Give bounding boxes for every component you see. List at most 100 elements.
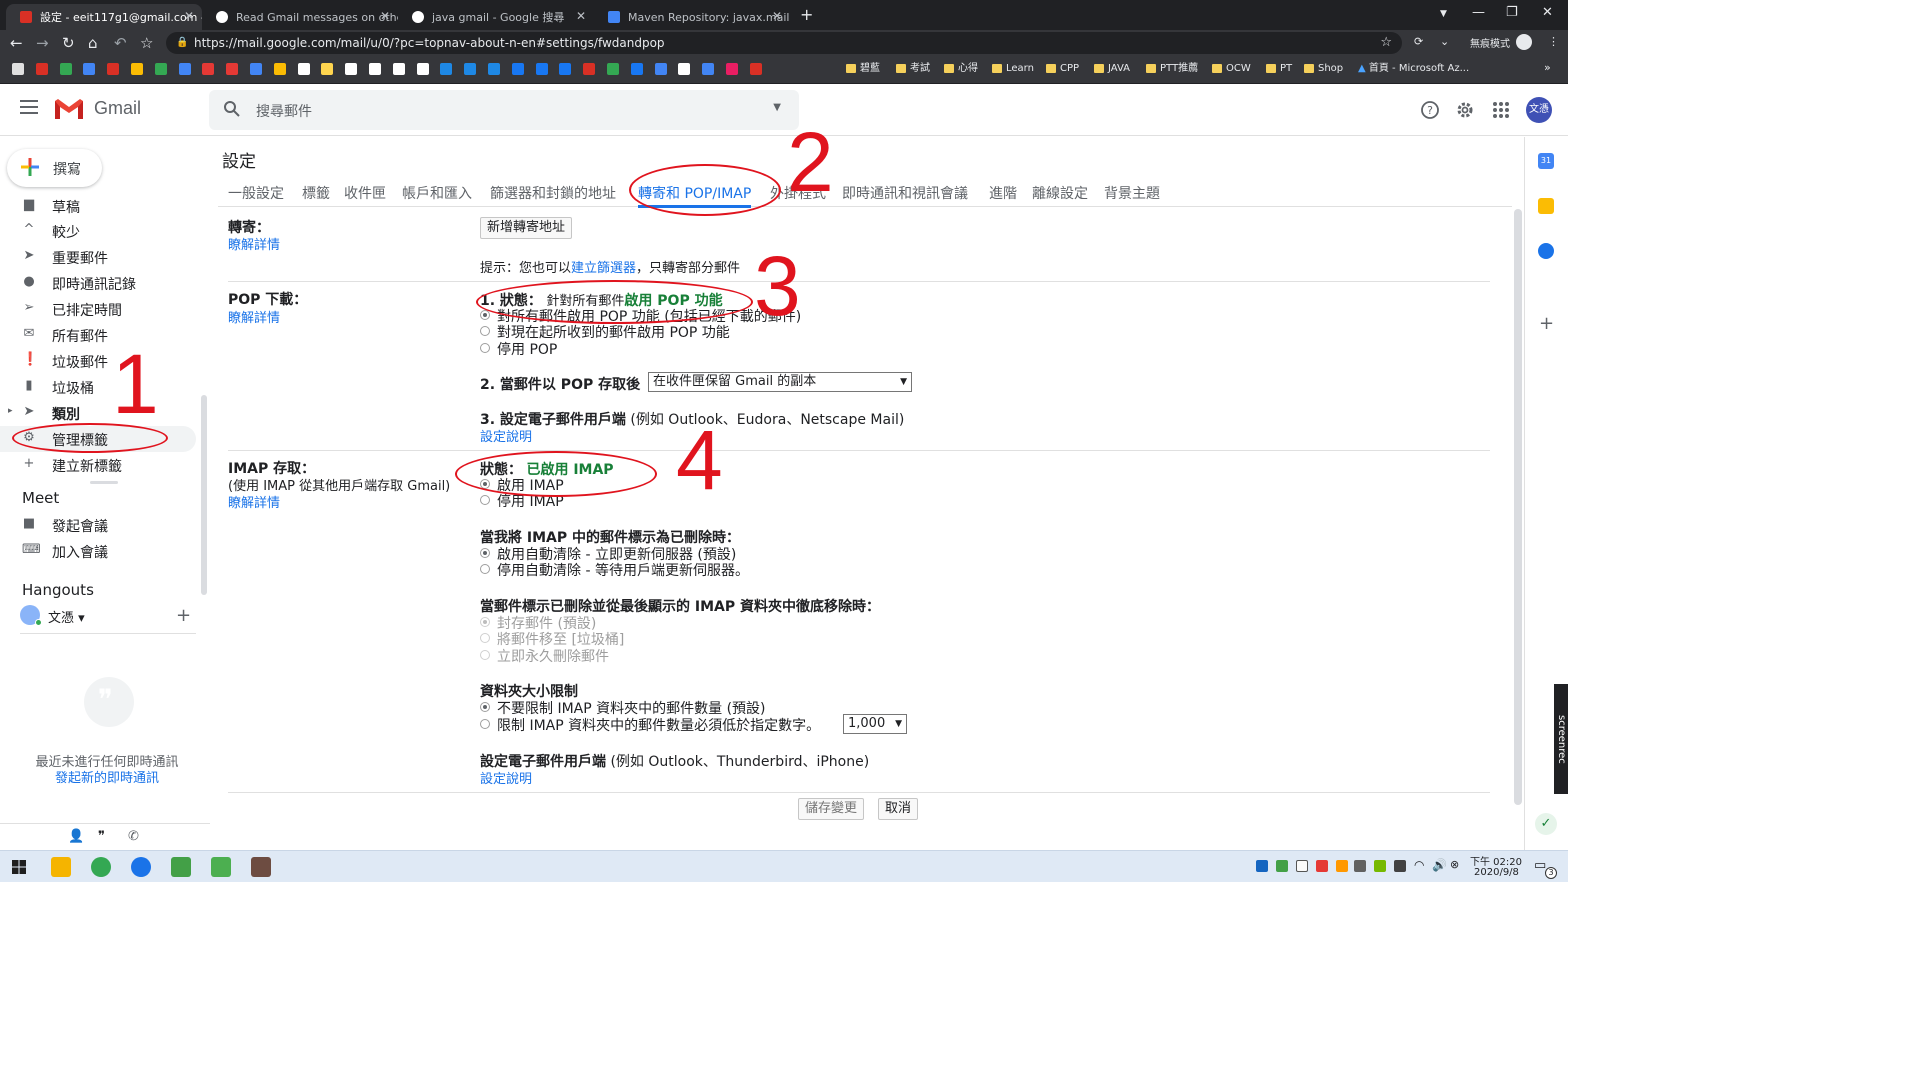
meet-new-meeting[interactable]: ■ 發起會議: [0, 512, 200, 538]
back-icon[interactable]: ←: [10, 34, 23, 52]
bookmark-favicon-icon[interactable]: [535, 63, 548, 75]
bookmark-folder[interactable]: CPP: [1046, 61, 1079, 77]
nav-item-drafts[interactable]: ▆ 草稿: [0, 193, 200, 219]
tray-app-icon[interactable]: [1354, 860, 1366, 872]
bookmark-favicon-icon[interactable]: [35, 63, 48, 75]
file-explorer-icon[interactable]: [51, 857, 71, 877]
browser-tab-maven[interactable]: Maven Repository: javax.mail » ✕: [594, 4, 790, 30]
hangouts-chat-icon[interactable]: ❞: [98, 829, 105, 844]
nvidia-icon[interactable]: [1374, 860, 1386, 872]
search-icon[interactable]: [223, 100, 241, 118]
contacts-person-icon[interactable]: 👤: [68, 829, 84, 844]
bookmark-favicon-icon[interactable]: [702, 63, 715, 75]
bookmark-folder[interactable]: Learn: [992, 61, 1034, 77]
bookmark-favicon-icon[interactable]: [178, 63, 191, 75]
search-box[interactable]: 搜尋郵件 ▼: [209, 90, 799, 130]
tab-search-icon[interactable]: ▼: [1440, 9, 1447, 19]
limit-folder-radio[interactable]: [480, 719, 490, 729]
no-folder-limit-radio[interactable]: [480, 702, 490, 712]
bookmark-favicon-icon[interactable]: [226, 63, 239, 75]
calendar-icon[interactable]: 31: [1538, 153, 1554, 169]
bookmark-favicon-icon[interactable]: [440, 63, 453, 75]
input-method-icon[interactable]: ⊗: [1450, 858, 1459, 871]
bookmark-favicon-icon[interactable]: [154, 63, 167, 75]
pop-disable-radio[interactable]: [480, 343, 490, 353]
nav-item-important[interactable]: ➤ 重要郵件: [0, 244, 200, 270]
tab-close-icon[interactable]: ✕: [184, 9, 194, 23]
imap-disable-radio[interactable]: [480, 495, 490, 505]
bookmark-page-icon[interactable]: ☆: [1380, 32, 1392, 54]
bookmark-favicon-icon[interactable]: [273, 63, 286, 75]
address-bar[interactable]: 🔒 https://mail.google.com/mail/u/0/?pc=t…: [166, 32, 1402, 54]
nav-item-scheduled[interactable]: ➢ 已排定時間: [0, 296, 200, 322]
reload-icon[interactable]: ↻: [62, 34, 75, 52]
bookmark-favicon-icon[interactable]: [107, 63, 120, 75]
close-window-icon[interactable]: ✕: [1542, 5, 1553, 20]
bookmark-favicon-icon[interactable]: [131, 63, 143, 75]
hangouts-user[interactable]: 文憑 ▾ +: [20, 605, 200, 629]
bookmark-favicon-icon[interactable]: [488, 63, 500, 75]
browser-tab-read-gmail[interactable]: Read Gmail messages on other ✕: [202, 4, 398, 30]
move-to-trash-radio[interactable]: [480, 633, 490, 643]
bookmark-folder[interactable]: JAVA: [1094, 61, 1130, 77]
create-filter-link[interactable]: 建立篩選器: [571, 261, 636, 276]
taskbar-time[interactable]: 下午 02:20: [1470, 853, 1522, 868]
keep-icon[interactable]: [1538, 198, 1554, 214]
app-icon[interactable]: [211, 857, 231, 877]
profile-icon[interactable]: [1516, 34, 1532, 50]
tab-accounts-import[interactable]: 帳戶和匯入: [402, 183, 472, 203]
delete-forever-radio[interactable]: [480, 650, 490, 660]
meet-join-meeting[interactable]: ⌨ 加入會議: [0, 538, 200, 564]
account-avatar[interactable]: 文憑: [1526, 97, 1552, 123]
bookmark-favicon-icon[interactable]: [630, 63, 643, 75]
settings-scrollbar[interactable]: [1514, 209, 1522, 805]
bookmark-favicon-icon[interactable]: [297, 63, 310, 75]
shield-check-icon[interactable]: ✓: [1535, 813, 1557, 835]
nav-item-chats[interactable]: ● 即時通訊記錄: [0, 270, 200, 296]
bookmark-favicon-icon[interactable]: [678, 63, 691, 75]
bookmark-folder[interactable]: Shop: [1304, 61, 1343, 77]
bookmark-folder[interactable]: PT: [1266, 61, 1292, 77]
minimize-icon[interactable]: —: [1472, 5, 1485, 20]
bookmark-favicon-icon[interactable]: [202, 63, 215, 75]
left-nav-scrollbar[interactable]: [201, 395, 207, 595]
bookmark-favicon-icon[interactable]: [749, 63, 762, 75]
nav-item-spam[interactable]: ❗ 垃圾郵件: [0, 348, 200, 374]
imap-learn-more-link[interactable]: 瞭解詳情: [228, 492, 280, 511]
help-icon[interactable]: ?: [1420, 100, 1440, 120]
tab-filters-blocked[interactable]: 篩選器和封鎖的地址: [490, 183, 616, 203]
browser-menu-icon[interactable]: ⋮: [1548, 35, 1559, 48]
nav-item-create-label[interactable]: + 建立新標籤: [0, 452, 200, 478]
restore-icon[interactable]: ❐: [1506, 5, 1518, 20]
bookmark-folder[interactable]: 心得: [944, 61, 978, 77]
bookmark-favicon-icon[interactable]: [607, 63, 619, 75]
apps-grid-icon[interactable]: [1491, 100, 1511, 120]
tab-labels[interactable]: 標籤: [302, 183, 330, 203]
extension-menu-icon[interactable]: ⌄: [1440, 35, 1449, 48]
tray-app-icon[interactable]: [1256, 860, 1268, 872]
bookmark-favicon-icon[interactable]: [345, 63, 358, 75]
pop-enable-new-radio[interactable]: [480, 326, 490, 336]
nav-item-trash[interactable]: ▮ 垃圾桶: [0, 374, 200, 400]
hangouts-start-link[interactable]: 發起新的即時通訊: [0, 767, 214, 786]
pop-action-select[interactable]: 在收件匣保留 Gmail 的副本 ▼: [648, 372, 912, 392]
bookmark-microsoft-azure[interactable]: ▲ 首頁 - Microsoft Az...: [1358, 61, 1469, 77]
bookmark-favicon-icon[interactable]: [511, 63, 524, 75]
bookmark-favicon-icon[interactable]: [654, 63, 667, 75]
phone-icon[interactable]: ✆: [128, 829, 139, 844]
bookmark-favicon-icon[interactable]: [59, 63, 72, 75]
new-conversation-plus-icon[interactable]: +: [176, 605, 191, 626]
bookmark-favicon-icon[interactable]: [369, 63, 381, 75]
section-resize-handle[interactable]: [90, 481, 118, 484]
tab-themes[interactable]: 背景主題: [1104, 183, 1160, 203]
main-menu-icon[interactable]: [20, 100, 38, 114]
chrome-icon[interactable]: [91, 857, 111, 877]
tray-record-icon[interactable]: [1316, 860, 1328, 872]
game-app-icon[interactable]: [251, 857, 271, 877]
tab-chat-meet[interactable]: 即時通訊和視訊會議: [842, 183, 968, 203]
browser-tab-java-gmail[interactable]: java gmail - Google 搜尋 ✕: [398, 4, 594, 30]
pop-enable-all-radio[interactable]: [480, 310, 490, 320]
tab-close-icon[interactable]: ✕: [576, 9, 586, 23]
bookmark-favicon-icon[interactable]: [83, 63, 96, 75]
folder-limit-select[interactable]: 1,000 ▼: [843, 714, 907, 734]
